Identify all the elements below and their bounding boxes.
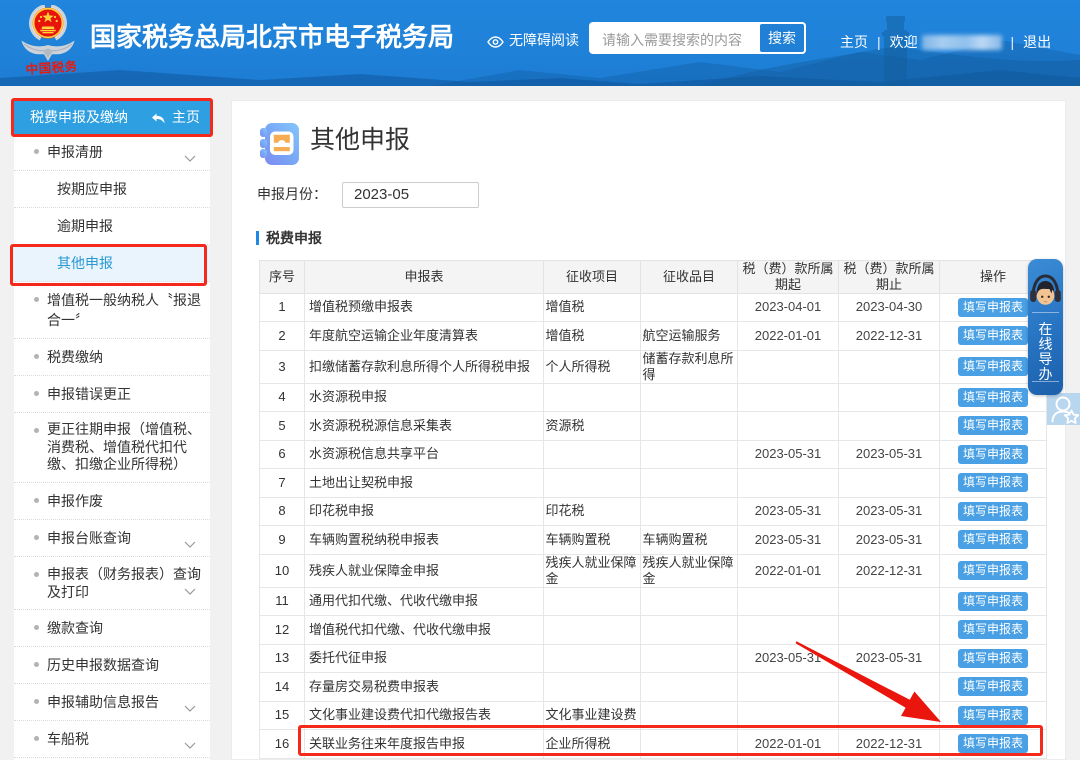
svg-text:中国税务: 中国税务 <box>25 58 76 77</box>
